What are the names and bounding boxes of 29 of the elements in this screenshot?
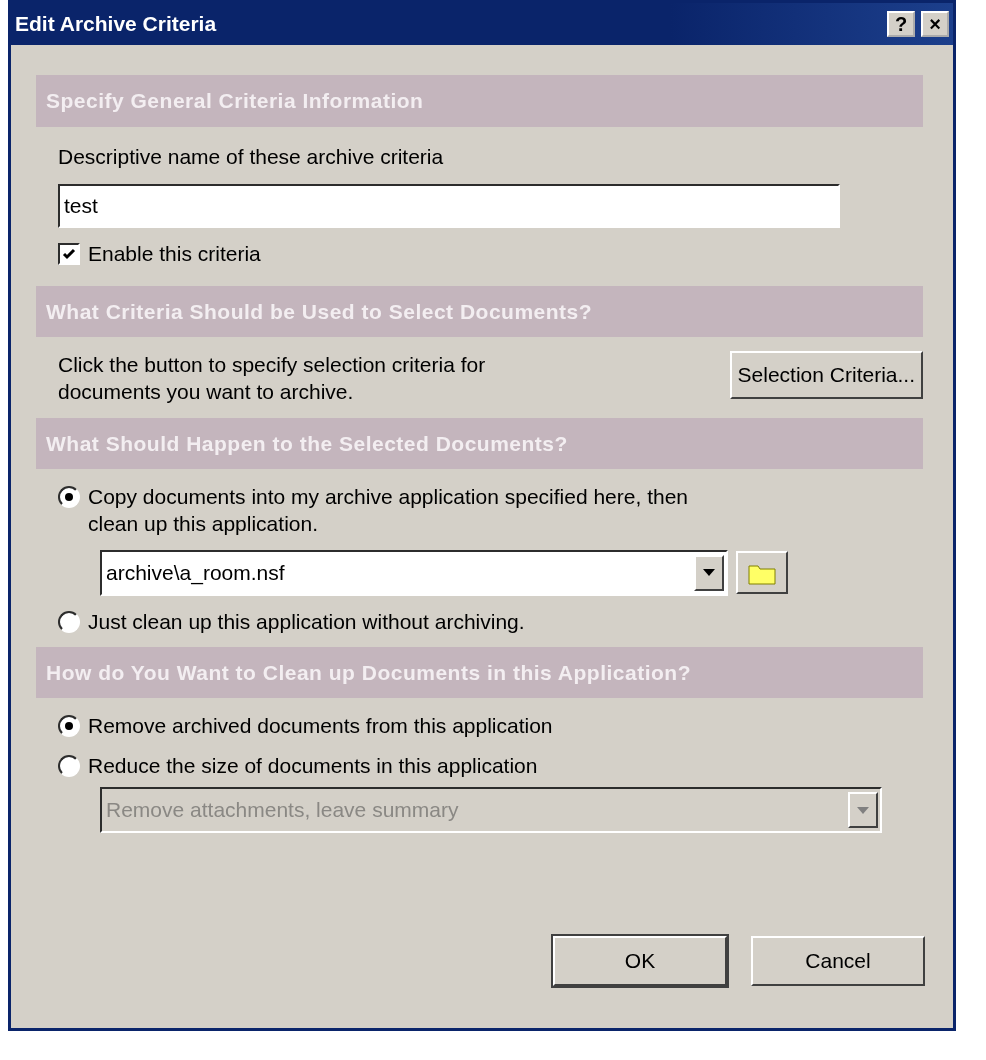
archive-path-combo[interactable]: archive\a_room.nsf: [100, 549, 728, 596]
radio-button[interactable]: [58, 610, 80, 633]
radio-label: Reduce the size of documents in this application: [88, 752, 538, 779]
ok-button[interactable]: OK: [553, 936, 727, 986]
help-button[interactable]: ?: [887, 11, 915, 37]
field-label: Descriptive name of these archive criteria: [58, 143, 445, 170]
cancel-button[interactable]: Cancel: [751, 936, 925, 986]
combo-value: archive\a_room.nsf: [106, 559, 285, 587]
checkbox-label: Enable this criteria: [88, 241, 261, 267]
combo-value: Remove attachments, leave summary: [106, 797, 459, 824]
radio-button[interactable]: [58, 754, 80, 777]
radio-label: Remove archived documents from this application: [88, 713, 553, 740]
folder-icon: [748, 563, 776, 586]
radio-button[interactable]: [58, 715, 80, 738]
radio-button[interactable]: [58, 486, 80, 509]
section-header: What Criteria Should be Used to Select Documents?: [36, 285, 923, 337]
section-header: How do You Want to Clean up Documents in this Application?: [36, 647, 923, 699]
close-button[interactable]: ×: [921, 11, 949, 37]
checkmark-icon: [62, 246, 76, 261]
section-header: What Should Happen to the Selected Documents?: [36, 417, 923, 470]
selection-criteria-button[interactable]: Selection Criteria...: [729, 351, 923, 399]
radio-label: Just clean up this application without archiving.: [88, 608, 525, 635]
description-text: Click the button to specify selection criteria for documents you want to archive.: [58, 352, 487, 406]
section-header: Specify General Criteria Information: [36, 75, 923, 127]
browse-button[interactable]: [736, 550, 788, 595]
enable-checkbox[interactable]: [58, 242, 80, 265]
window-title: Edit Archive Criteria: [15, 11, 218, 38]
name-input[interactable]: test: [58, 184, 840, 228]
radio-label: Copy documents into my archive application specified here, then clean up this application.: [88, 484, 689, 538]
